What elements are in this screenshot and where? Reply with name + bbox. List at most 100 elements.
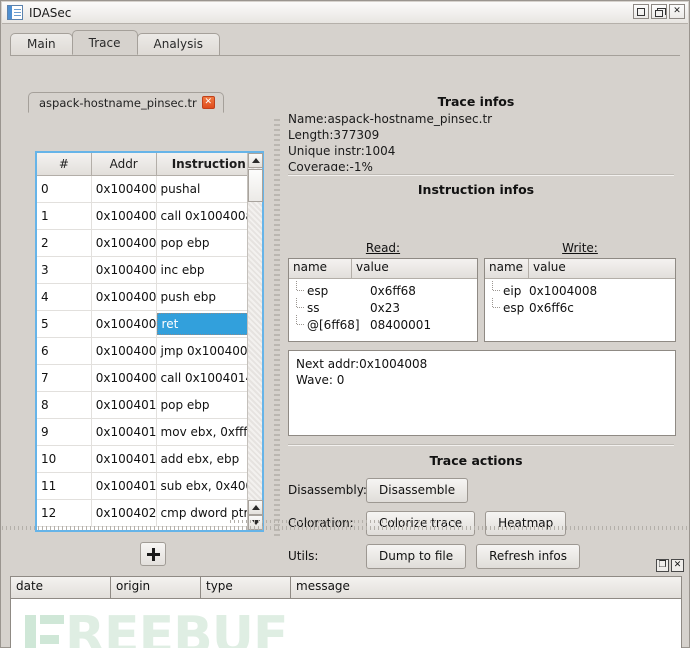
wave-text: Wave: 0 <box>296 373 345 387</box>
write-value: 0x1004008 <box>529 283 598 298</box>
cell-addr: 0x1004008 <box>91 337 157 365</box>
close-icon[interactable]: ✕ <box>201 96 215 109</box>
trace-table-scrollbar[interactable] <box>247 153 263 530</box>
trace-tab-content: aspack-hostname_pinsec.tr ✕ # Addr Instr… <box>10 55 680 646</box>
read-name: esp <box>307 283 329 298</box>
read-value: 0x6ff68 <box>370 283 416 298</box>
vertical-splitter-handle[interactable] <box>274 116 280 536</box>
trace-actions-title: Trace actions <box>429 453 523 468</box>
dock-splitter[interactable] <box>2 518 688 530</box>
read-row[interactable]: esp 0x6ff68 <box>289 281 477 299</box>
table-row[interactable]: 60x1004008jmp 0x100400e <box>37 337 263 365</box>
cell-instruction: jmp 0x100400e <box>156 337 263 365</box>
table-row[interactable]: 20x100400apop ebp <box>37 229 263 257</box>
write-table-header: name value <box>485 259 675 279</box>
cell-addr: 0x100401a <box>91 445 157 473</box>
column-header-value[interactable]: value <box>529 259 675 278</box>
read-value: 08400001 <box>370 317 432 332</box>
tree-branch-icon <box>485 281 503 299</box>
column-header-date[interactable]: date <box>11 577 111 598</box>
main-pane: Main Trace Analysis aspack-hostname_pins… <box>2 24 688 648</box>
tree-branch-icon <box>289 298 307 316</box>
read-row[interactable]: @[6ff68] 08400001 <box>289 315 477 333</box>
write-label: Write: <box>562 241 598 255</box>
column-header-message[interactable]: message <box>291 577 681 598</box>
next-addr-text: Next addr:0x1004008 <box>296 357 428 371</box>
refresh-infos-button[interactable]: Refresh infos <box>476 543 580 569</box>
app-window: IDASec ✕ Main Trace Analysis aspack-host… <box>0 0 690 648</box>
utils-action-row: Utils: Dump to file Refresh infos <box>288 542 590 570</box>
column-header-name[interactable]: name <box>485 259 529 278</box>
cell-index: 2 <box>37 229 92 257</box>
table-row[interactable]: 80x1004014pop ebp <box>37 391 263 419</box>
write-row[interactable]: esp 0x6ff6c <box>485 298 675 316</box>
trace-info-length: Length:377309 <box>288 128 380 142</box>
log-table: date origin type message REEBUF <box>10 576 682 648</box>
float-icon[interactable]: ❐ <box>656 559 669 572</box>
cell-index: 1 <box>37 202 92 230</box>
close-button[interactable]: ✕ <box>669 4 685 19</box>
table-row-selected[interactable]: 50x100400dret <box>37 310 263 338</box>
instruction-infos-title: Instruction infos <box>417 182 535 197</box>
selected-instruction: ret <box>156 312 261 335</box>
watermark-logo-icon <box>25 615 65 648</box>
column-header-addr[interactable]: Addr <box>91 153 157 176</box>
cell-index: 3 <box>37 256 92 284</box>
window-title: IDASec <box>29 5 72 20</box>
cell-index: 5 <box>37 310 92 338</box>
write-row[interactable]: eip 0x1004008 <box>485 281 675 299</box>
dump-to-file-button[interactable]: Dump to file <box>366 543 467 569</box>
cell-addr: 0x100400d <box>91 310 157 338</box>
read-row[interactable]: ss 0x23 <box>289 298 477 316</box>
trace-splitter: aspack-hostname_pinsec.tr ✕ # Addr Instr… <box>10 56 680 569</box>
column-header-instruction[interactable]: Instruction <box>156 153 263 176</box>
column-header-index[interactable]: # <box>37 153 92 176</box>
table-row[interactable]: 110x100401csub ebx, 0x4000 <box>37 472 263 500</box>
table-row[interactable]: 40x100400cpush ebp <box>37 283 263 311</box>
table-row[interactable]: 100x100401aadd ebx, ebp <box>37 445 263 473</box>
cell-addr: 0x100400a <box>91 229 157 257</box>
cell-index: 11 <box>37 472 92 500</box>
window-controls: ✕ <box>633 4 685 19</box>
column-header-origin[interactable]: origin <box>111 577 201 598</box>
table-row[interactable]: 00x1004001pushal <box>37 175 263 203</box>
cell-addr: 0x1004002 <box>91 202 157 230</box>
read-table: name value esp 0x6ff68 ss 0x23 @[6ff68] 084… <box>288 258 478 342</box>
column-header-type[interactable]: type <box>201 577 291 598</box>
cell-index: 9 <box>37 418 92 446</box>
table-row[interactable]: 30x100400binc ebp <box>37 256 263 284</box>
table-row[interactable]: 70x100400ecall 0x1004014 <box>37 364 263 392</box>
read-name: @[6ff68] <box>307 317 360 332</box>
write-name: eip <box>503 283 522 298</box>
cell-instruction: call 0x100400a <box>156 202 263 230</box>
disassemble-button[interactable]: Disassemble <box>366 477 469 503</box>
dock-splitter-grip-wide[interactable] <box>2 526 688 530</box>
tab-main[interactable]: Main <box>10 33 73 55</box>
cell-instruction-selected: ret <box>156 310 263 338</box>
disassembly-action-row: Disassembly: Disassemble <box>288 476 478 504</box>
column-header-name[interactable]: name <box>289 259 352 278</box>
tab-trace[interactable]: Trace <box>71 30 138 55</box>
trace-table: # Addr Instruction 00x1004001pushal 10x1… <box>37 153 263 527</box>
column-header-value[interactable]: value <box>352 259 477 278</box>
main-tab-bar: Main Trace Analysis <box>10 30 220 55</box>
table-row[interactable]: 10x1004002call 0x100400a <box>37 202 263 230</box>
cell-addr: 0x1004001 <box>91 175 157 203</box>
trace-info-coverage: Coverage:-1% <box>288 160 373 171</box>
tab-analysis[interactable]: Analysis <box>136 33 220 55</box>
dock-splitter-grip[interactable] <box>230 520 458 523</box>
trace-file-tab[interactable]: aspack-hostname_pinsec.tr ✕ <box>28 92 224 113</box>
maximize-button[interactable] <box>633 4 649 19</box>
scrollbar-thumb[interactable] <box>248 169 263 202</box>
cell-instruction: sub ebx, 0x4000 <box>156 472 263 500</box>
table-row[interactable]: 90x1004015mov ebx, 0xffffff... <box>37 418 263 446</box>
restore-button[interactable] <box>651 4 667 19</box>
scroll-up-icon-bottom[interactable] <box>248 500 263 515</box>
trace-info-name: Name:aspack-hostname_pinsec.tr <box>288 112 493 126</box>
title-bar: IDASec ✕ <box>2 2 688 24</box>
close-icon[interactable]: ✕ <box>671 559 684 572</box>
scroll-up-icon[interactable] <box>248 153 263 168</box>
read-name: ss <box>307 300 320 315</box>
read-value: 0x23 <box>370 300 401 315</box>
add-trace-button[interactable] <box>140 542 166 566</box>
